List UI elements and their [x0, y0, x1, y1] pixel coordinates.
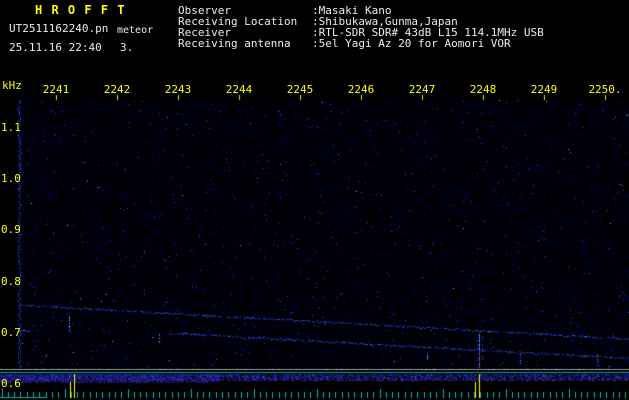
freq-axis-unit: kHz: [2, 79, 22, 92]
time-tick-label: 2241: [42, 83, 70, 96]
freq-tick-label: 0.6: [1, 377, 21, 390]
time-tick-label: 2243: [164, 83, 192, 96]
time-tick-label: 2249: [530, 83, 558, 96]
time-tick-label: 2245: [286, 83, 314, 96]
spectrogram-canvas: [0, 0, 629, 400]
time-tick-label: 2250.: [588, 83, 622, 96]
echo-count: 3.: [120, 41, 134, 54]
time-tick-label: 2244: [225, 83, 253, 96]
freq-tick-label: 1.1: [1, 121, 21, 134]
freq-tick-label: 0.9: [1, 223, 21, 236]
meteor-label: meteor: [117, 25, 154, 36]
datetime-text: 25.11.16 22:40: [9, 41, 102, 54]
app-title: H R O F F T: [35, 3, 126, 17]
freq-tick-label: 1.0: [1, 172, 21, 185]
filename-text: UT2511162240.pn: [9, 22, 109, 35]
info-label: Receiving antenna: [178, 37, 291, 50]
time-tick-label: 2242: [103, 83, 131, 96]
freq-tick-label: 0.8: [1, 275, 21, 288]
time-tick-label: 2248: [469, 83, 497, 96]
info-value: :5el Yagi Az 20 for Aomori VOR: [312, 37, 511, 50]
time-tick-label: 2246: [347, 83, 375, 96]
hrofft-output-image: H R O F F T UT2511162240.pn meteor 25.11…: [0, 0, 629, 400]
freq-tick-label: 0.7: [1, 326, 21, 339]
time-tick-label: 2247: [408, 83, 436, 96]
